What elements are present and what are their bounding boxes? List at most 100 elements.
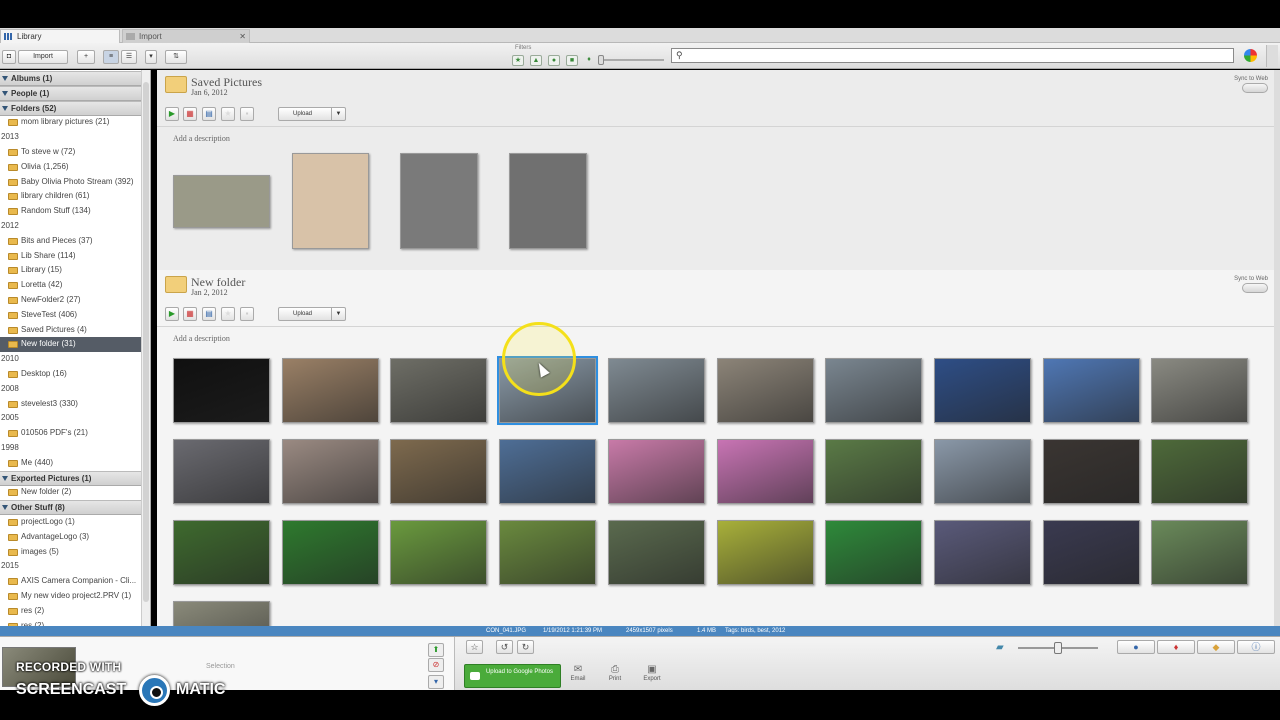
sidebar-folder-item[interactable]: Bits and Pieces (37) [0, 234, 141, 249]
sidebar-folder-item[interactable]: SteveTest (406) [0, 308, 141, 323]
photo-thumbnail[interactable] [499, 439, 597, 504]
sidebar-folder-item[interactable]: mom library pictures (21) [0, 115, 141, 130]
expand-triangle-icon[interactable] [2, 76, 8, 81]
video-filter-icon[interactable]: ■ [566, 55, 578, 66]
star-filter-icon[interactable]: ★ [512, 55, 524, 66]
photo-thumbnail[interactable] [173, 358, 270, 423]
sidebar-folder-item[interactable]: Lib Share (114) [0, 249, 141, 264]
sidebar-folder-item[interactable]: New folder (2) [0, 485, 141, 500]
location-filter-icon[interactable]: ♦ [584, 55, 594, 66]
chevron-down-icon[interactable]: ▼ [331, 108, 345, 120]
album-add-icon[interactable]: ▾ [428, 675, 444, 689]
sidebar-group-header[interactable]: Folders (52) [0, 100, 141, 116]
photo-thumbnail[interactable] [292, 153, 369, 249]
sidebar-group-header[interactable]: Exported Pictures (1) [0, 470, 141, 486]
google-photos-icon[interactable] [1244, 49, 1257, 62]
main-scrollbar[interactable] [1274, 70, 1280, 626]
sidebar-folder-item[interactable]: AdvantageLogo (3) [0, 530, 141, 545]
sidebar-folder-item[interactable]: My new video project2.PRV (1) [0, 589, 141, 604]
sort-icon[interactable]: ⇅ [165, 50, 187, 64]
photo-thumbnail[interactable] [499, 520, 597, 585]
photo-thumbnail[interactable] [281, 358, 379, 423]
photo-thumbnail[interactable] [607, 358, 705, 423]
expand-triangle-icon[interactable] [2, 475, 8, 481]
photo-thumbnail[interactable] [173, 439, 270, 504]
tab-library[interactable]: Library [0, 29, 120, 43]
star-icon[interactable]: ★ [221, 107, 235, 121]
sidebar-group-header[interactable]: Other Stuff (8) [0, 500, 141, 516]
photo-thumbnail[interactable] [716, 520, 814, 585]
tree-view-icon[interactable]: ☰ [121, 50, 137, 64]
photo-thumbnail[interactable] [607, 520, 705, 585]
tab-import[interactable]: Import ✕ [122, 29, 250, 43]
photo-thumbnail[interactable] [1151, 439, 1249, 504]
sidebar-folder-item[interactable]: 010506 PDF's (21) [0, 426, 141, 441]
sidebar-folder-item[interactable]: Desktop (16) [0, 367, 141, 382]
print-button[interactable]: ⎙ Print [601, 664, 629, 688]
sync-toggle[interactable] [1242, 83, 1268, 93]
photo-thumbnail[interactable] [607, 439, 705, 504]
collage-icon[interactable]: ▦ [183, 307, 197, 321]
movie-icon[interactable]: ▤ [202, 107, 216, 121]
sidebar-folder-item[interactable]: images (5) [0, 545, 141, 560]
places-icon[interactable]: ♦ [1157, 640, 1195, 654]
star-toggle-icon[interactable]: ☆ [466, 640, 483, 654]
sidebar-folder-item[interactable]: Random Stuff (134) [0, 204, 141, 219]
sidebar-folder-item[interactable]: Saved Pictures (4) [0, 323, 141, 338]
sidebar-folder-item[interactable]: Olivia (1,256) [0, 160, 141, 175]
email-button[interactable]: ✉ Email [564, 664, 592, 688]
photo-thumbnail[interactable] [400, 153, 478, 249]
sidebar-folder-item[interactable]: Library (15) [0, 263, 141, 278]
sidebar-group-header[interactable]: Albums (1) [0, 71, 141, 86]
description-field[interactable]: Add a description [173, 334, 230, 343]
sidebar-folder-item[interactable]: res (2) [0, 604, 141, 619]
clear-icon[interactable]: ⊘ [428, 658, 444, 672]
photo-thumbnail[interactable] [1151, 358, 1249, 423]
upload-filter-icon[interactable]: ▲ [530, 55, 542, 66]
photo-thumbnail[interactable] [173, 175, 270, 228]
photo-thumbnail[interactable] [1042, 439, 1140, 504]
photo-thumbnail[interactable] [825, 520, 923, 585]
sidebar-folder-item[interactable]: library children (61) [0, 189, 141, 204]
star-icon[interactable]: ★ [221, 307, 235, 321]
photo-thumbnail[interactable] [1151, 520, 1249, 585]
sidebar-folder-item[interactable]: res (2) [0, 619, 141, 626]
sidebar-folder-item[interactable]: AXIS Camera Companion - Cli... [0, 574, 141, 589]
rotate-right-icon[interactable]: ↻ [517, 640, 534, 654]
list-view-icon[interactable]: ≡ [103, 50, 119, 64]
sidebar-folder-item[interactable]: New folder (31) [0, 337, 141, 353]
photo-thumbnail[interactable] [173, 520, 270, 585]
search-input[interactable]: ⚲ [671, 48, 1234, 63]
photo-thumbnail[interactable] [933, 520, 1031, 585]
photo-thumbnail[interactable] [933, 439, 1031, 504]
sidebar-scroll-thumb[interactable] [143, 82, 149, 602]
photo-thumbnail[interactable] [390, 439, 488, 504]
photo-thumbnail[interactable] [933, 358, 1031, 423]
photo-thumbnail[interactable] [509, 153, 587, 249]
photo-thumbnail[interactable] [390, 520, 488, 585]
photo-thumbnail[interactable] [716, 439, 814, 504]
photo-thumbnail[interactable] [173, 601, 270, 626]
description-field[interactable]: Add a description [173, 134, 230, 143]
sidebar-folder-item[interactable]: Loretta (42) [0, 278, 141, 293]
upload-to-google-button[interactable]: Upload to Google Photos [464, 664, 561, 688]
photo-thumbnail[interactable] [825, 439, 923, 504]
photo-thumbnail[interactable] [281, 439, 379, 504]
sidebar-group-header[interactable]: People (1) [0, 85, 141, 101]
tags-icon[interactable]: ◆ [1197, 640, 1235, 654]
zoom-slider-knob[interactable] [1054, 642, 1062, 654]
expand-triangle-icon[interactable] [2, 90, 8, 96]
movie-icon[interactable]: ▤ [202, 307, 216, 321]
photo-thumbnail[interactable] [825, 358, 923, 423]
chevron-down-icon[interactable]: ▾ [145, 50, 157, 64]
hold-icon[interactable]: ⬆ [428, 643, 444, 657]
sidebar-folder-item[interactable]: projectLogo (1) [0, 515, 141, 530]
chevron-down-icon[interactable]: ▼ [331, 308, 345, 320]
save-icon[interactable]: ▪ [240, 107, 254, 121]
sidebar-folder-item[interactable]: Baby Olivia Photo Stream (392) [0, 175, 141, 190]
upload-button[interactable]: Upload ▼ [278, 107, 346, 121]
expand-triangle-icon[interactable] [2, 105, 8, 111]
play-slideshow-icon[interactable]: ▶ [165, 307, 179, 321]
photo-thumbnail[interactable] [716, 358, 814, 423]
import-button[interactable]: Import [18, 50, 68, 64]
